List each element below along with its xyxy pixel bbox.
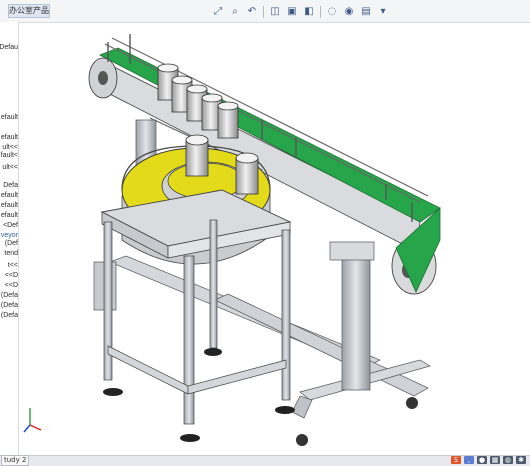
toolbar-separator bbox=[263, 6, 264, 18]
tree-item[interactable]: efault bbox=[1, 202, 18, 209]
system-tray: S , ● ▦ ◍ ✱ bbox=[451, 455, 526, 465]
edit-appearance-icon[interactable]: ◉ bbox=[341, 5, 357, 19]
model-viewport[interactable] bbox=[19, 23, 529, 455]
tree-item[interactable]: (Def bbox=[5, 240, 18, 247]
tree-item[interactable]: <<D bbox=[5, 282, 18, 289]
tree-item[interactable]: efault bbox=[1, 192, 18, 199]
tree-item[interactable]: ult<< bbox=[2, 144, 18, 151]
view-triad-icon bbox=[23, 408, 42, 433]
hide-show-icon[interactable]: ◌ bbox=[324, 5, 340, 19]
study-tab[interactable]: tudy 2 bbox=[1, 455, 30, 466]
view-orientation-icon[interactable]: ▣ bbox=[284, 5, 300, 19]
mic-icon[interactable]: ● bbox=[477, 456, 487, 464]
tree-item[interactable]: ult<< bbox=[2, 164, 18, 171]
tree-item[interactable]: (Defa bbox=[1, 292, 18, 299]
user-icon[interactable]: ◍ bbox=[503, 456, 513, 464]
section-view-icon[interactable]: ◫ bbox=[267, 5, 283, 19]
tree-item[interactable]: (Defa bbox=[1, 302, 18, 309]
tree-item[interactable]: tend bbox=[4, 250, 18, 257]
display-style-icon[interactable]: ◧ bbox=[301, 5, 317, 19]
document-tab[interactable]: 办公室产品 bbox=[8, 4, 50, 18]
settings-icon[interactable]: ✱ bbox=[516, 456, 526, 464]
tree-item[interactable]: <Def bbox=[3, 222, 18, 229]
conveyor-base-frame bbox=[109, 255, 431, 419]
previous-view-icon[interactable]: ↶ bbox=[244, 5, 260, 19]
feature-tree-panel: Defau efault efault ult<< fault< ult<< Defa efa… bbox=[0, 22, 19, 455]
tree-item[interactable]: efault bbox=[1, 212, 18, 219]
tree-item[interactable]: <<D bbox=[5, 272, 18, 279]
table-frame bbox=[100, 189, 292, 425]
graphics-toolbar: 办公室产品 ⤢ ⌕ ↶ ◫ ▣ ◧ ◌ ◉ ▤ ▾ bbox=[0, 0, 530, 23]
tree-item[interactable]: (Defa bbox=[1, 312, 18, 319]
view-settings-icon[interactable]: ▾ bbox=[375, 5, 391, 19]
punctuation-icon[interactable]: , bbox=[464, 456, 474, 464]
keyboard-icon[interactable]: ▦ bbox=[490, 456, 500, 464]
zoom-area-icon[interactable]: ⌕ bbox=[227, 5, 243, 19]
tree-item[interactable]: efault bbox=[1, 134, 18, 141]
apply-scene-icon[interactable]: ▤ bbox=[358, 5, 374, 19]
tree-item[interactable]: Defa bbox=[3, 182, 18, 189]
tree-item[interactable]: fault< bbox=[1, 152, 18, 159]
tree-item[interactable]: Defau bbox=[0, 44, 18, 51]
tree-item[interactable]: t<< bbox=[8, 262, 18, 269]
input-method-icon[interactable]: S bbox=[451, 456, 461, 464]
tree-item[interactable]: veyor bbox=[1, 232, 18, 239]
conveyor-can bbox=[217, 101, 239, 139]
tree-item[interactable]: efault bbox=[1, 114, 18, 121]
heads-up-view-toolbar: ⤢ ⌕ ↶ ◫ ▣ ◧ ◌ ◉ ▤ ▾ bbox=[210, 5, 391, 19]
toolbar-separator bbox=[320, 6, 321, 18]
zoom-to-fit-icon[interactable]: ⤢ bbox=[210, 5, 226, 19]
